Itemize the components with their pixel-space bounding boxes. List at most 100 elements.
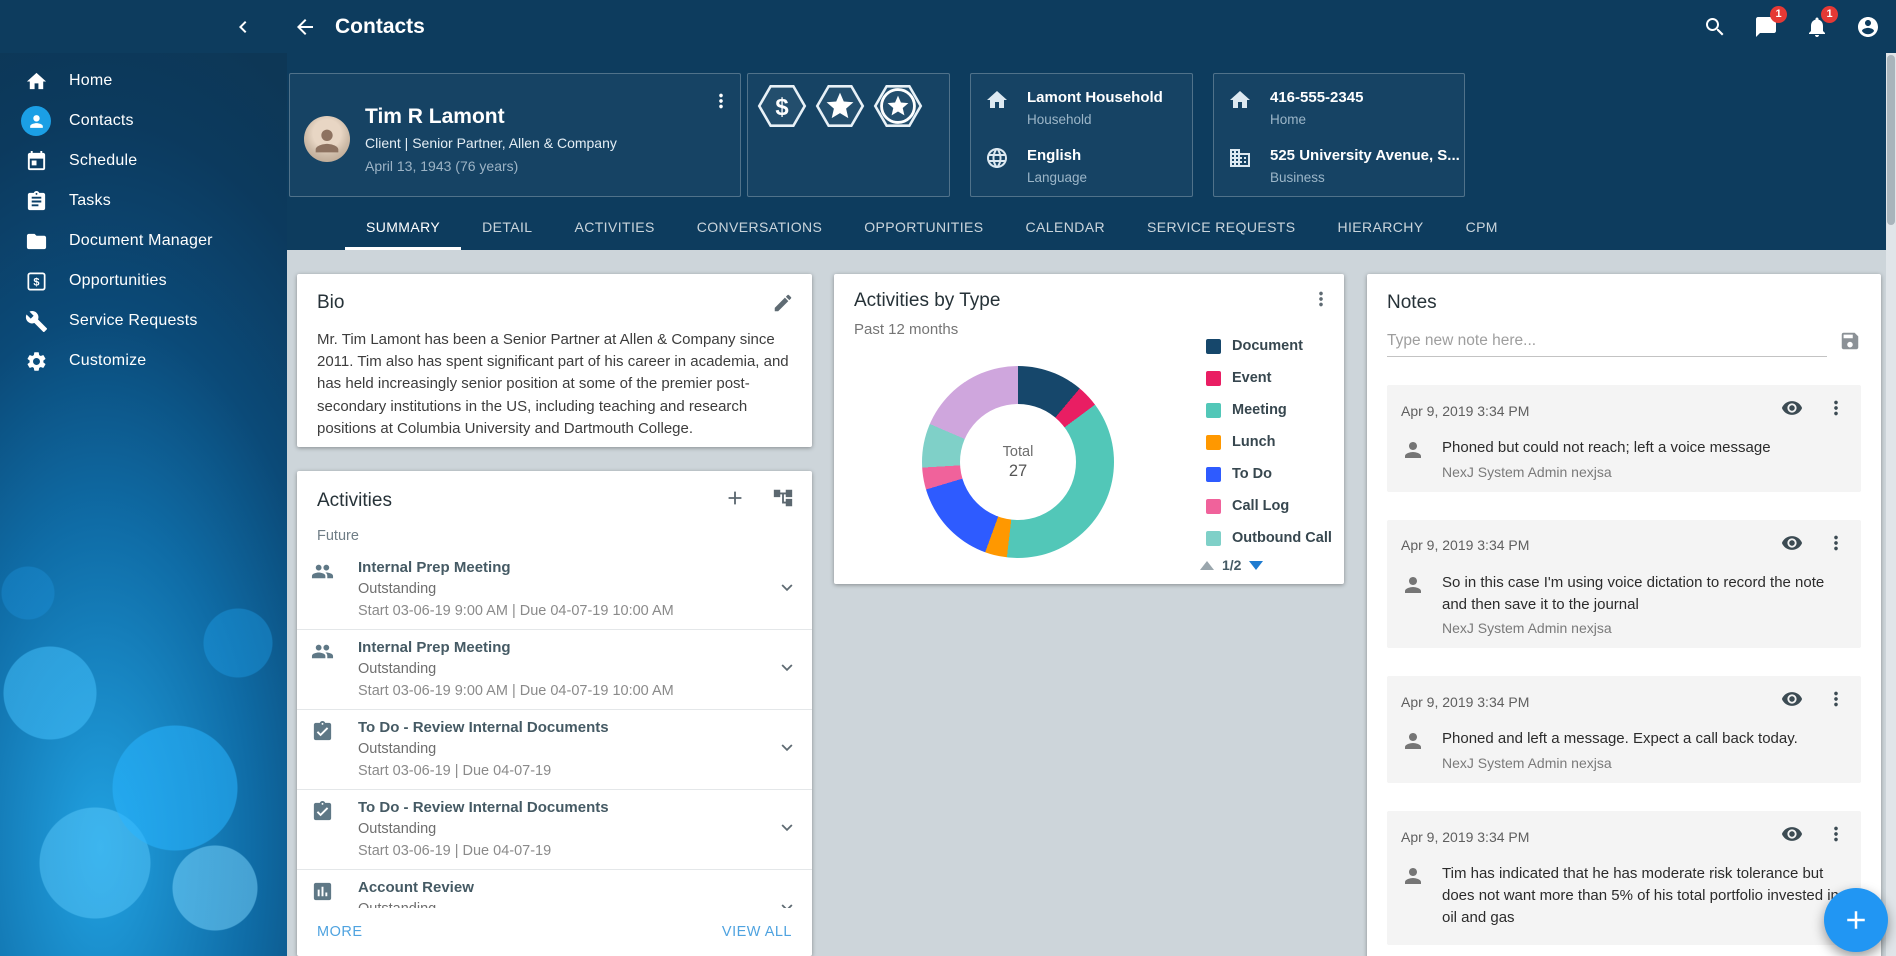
save-note-icon[interactable] (1839, 330, 1861, 357)
chart-menu-kebab-icon[interactable] (1310, 288, 1332, 315)
legend-page-down-icon[interactable] (1249, 561, 1263, 570)
activity-dates: Start 03-06-19 9:00 AM | Due 04-07-19 10… (358, 682, 674, 701)
eye-icon[interactable] (1781, 397, 1803, 424)
activity-row[interactable]: Account Review Outstanding Start 24-05-1… (297, 870, 812, 908)
activity-title: Internal Prep Meeting (358, 638, 674, 657)
household-row[interactable]: Lamont Household Household (985, 88, 1184, 129)
tab-opportunities[interactable]: OPPORTUNITIES (843, 206, 1004, 250)
star-circle-badge-icon[interactable] (872, 80, 924, 132)
activity-row[interactable]: To Do - Review Internal Documents Outsta… (297, 710, 812, 790)
note-input-row (1387, 326, 1861, 357)
household-label: Household (1027, 110, 1163, 129)
tab-detail[interactable]: DETAIL (461, 206, 553, 250)
sidebar-collapse-icon[interactable] (225, 9, 261, 45)
legend-item: Meeting (1206, 394, 1332, 426)
contact-info-panel: 416-555-2345 Home 525 University Avenue,… (1213, 73, 1465, 197)
eye-icon[interactable] (1781, 823, 1803, 850)
sidebar-item-label: Tasks (69, 192, 111, 210)
note-item: Apr 9, 2019 3:34 PM Phoned and left a me… (1387, 676, 1861, 783)
activities-section-label: Future (297, 514, 812, 550)
chevron-down-icon[interactable] (776, 736, 798, 763)
sidebar-item-home[interactable]: Home (0, 61, 287, 101)
chevron-down-icon[interactable] (776, 896, 798, 908)
eye-icon[interactable] (1781, 532, 1803, 559)
notifications-badge: 1 (1821, 6, 1838, 23)
chevron-down-icon[interactable] (776, 576, 798, 603)
new-note-input[interactable] (1387, 326, 1827, 357)
activities-footer: MORE VIEW ALL (297, 908, 812, 956)
chat-icon[interactable]: 1 (1748, 9, 1784, 45)
search-icon[interactable] (1697, 9, 1733, 45)
sidebar-item-tasks[interactable]: Tasks (0, 181, 287, 221)
note-kebab-icon[interactable] (1825, 688, 1847, 715)
add-fab-button[interactable] (1824, 888, 1888, 952)
chevron-down-icon[interactable] (776, 656, 798, 683)
activity-row[interactable]: To Do - Review Internal Documents Outsta… (297, 790, 812, 870)
note-kebab-icon[interactable] (1825, 397, 1847, 424)
activity-title: Internal Prep Meeting (358, 558, 674, 577)
dollar-badge-icon[interactable]: $ (756, 80, 808, 132)
task-check-icon (311, 720, 335, 744)
activity-row[interactable]: Internal Prep Meeting Outstanding Start … (297, 550, 812, 630)
sidebar-item-label: Contacts (69, 112, 134, 130)
home-phone-icon (1228, 88, 1254, 114)
activity-row[interactable]: Internal Prep Meeting Outstanding Start … (297, 630, 812, 710)
activity-title: To Do - Review Internal Documents (358, 718, 609, 737)
phone-row[interactable]: 416-555-2345 Home (1228, 88, 1456, 129)
legend-page-indicator: 1/2 (1222, 557, 1241, 573)
note-item: Apr 9, 2019 3:34 PM So in this case I'm … (1387, 520, 1861, 649)
note-author: NexJ System Admin nexjsa (1442, 464, 1771, 480)
legend-swatch (1206, 403, 1221, 418)
back-icon[interactable] (287, 9, 323, 45)
language-row: English Language (985, 146, 1184, 187)
activity-status: Outstanding (358, 740, 609, 759)
sidebar-item-schedule[interactable]: Schedule (0, 141, 287, 181)
notifications-icon[interactable]: 1 (1799, 9, 1835, 45)
contact-menu-kebab-icon[interactable] (710, 90, 732, 117)
legend-page-up-icon[interactable] (1200, 561, 1214, 570)
legend-item: To Do (1206, 458, 1332, 490)
page-title: Contacts (335, 15, 425, 39)
app-window: Contacts 1 1 Home Contacts (0, 0, 1896, 956)
tab-activities[interactable]: ACTIVITIES (553, 206, 675, 250)
wrench-icon (23, 308, 49, 334)
donut-chart: Total 27 (922, 366, 1114, 558)
hierarchy-tree-icon[interactable] (772, 487, 794, 514)
sidebar-item-customize[interactable]: Customize (0, 341, 287, 381)
avatar (304, 116, 350, 162)
add-activity-icon[interactable] (724, 487, 746, 514)
tab-hierarchy[interactable]: HIERARCHY (1317, 206, 1445, 250)
chevron-down-icon[interactable] (776, 816, 798, 843)
sidebar-item-label: Document Manager (69, 232, 213, 250)
address-label: Business (1270, 168, 1460, 187)
eye-icon[interactable] (1781, 688, 1803, 715)
activity-status: Outstanding (358, 580, 674, 599)
account-icon[interactable] (1850, 9, 1886, 45)
bio-text: Mr. Tim Lamont has been a Senior Partner… (317, 329, 792, 440)
activities-by-type-card: Activities by Type Past 12 months Total … (834, 274, 1344, 584)
note-kebab-icon[interactable] (1825, 532, 1847, 559)
chart-title: Activities by Type (854, 290, 1000, 312)
tab-conversations[interactable]: CONVERSATIONS (676, 206, 844, 250)
person-icon (1401, 864, 1427, 890)
sidebar-item-label: Opportunities (69, 272, 167, 290)
view-all-button[interactable]: VIEW ALL (722, 924, 792, 940)
scrollbar-thumb[interactable] (1887, 55, 1895, 225)
sidebar-item-opportunities[interactable]: Opportunities (0, 261, 287, 301)
legend-item: Outbound Call (1206, 522, 1332, 554)
home-icon (23, 68, 49, 94)
activity-title: To Do - Review Internal Documents (358, 798, 609, 817)
tab-service-requests[interactable]: SERVICE REQUESTS (1126, 206, 1317, 250)
more-button[interactable]: MORE (317, 924, 363, 940)
address-row[interactable]: 525 University Avenue, S... Business (1228, 146, 1456, 187)
tab-cpm[interactable]: CPM (1445, 206, 1519, 250)
legend-label: Event (1232, 370, 1272, 386)
sidebar-item-document-manager[interactable]: Document Manager (0, 221, 287, 261)
star-badge-icon[interactable] (814, 80, 866, 132)
sidebar-item-contacts[interactable]: Contacts (0, 101, 287, 141)
sidebar-item-service-requests[interactable]: Service Requests (0, 301, 287, 341)
tab-summary[interactable]: SUMMARY (345, 206, 461, 250)
note-kebab-icon[interactable] (1825, 823, 1847, 850)
tab-calendar[interactable]: CALENDAR (1005, 206, 1126, 250)
edit-pencil-icon[interactable] (772, 292, 794, 319)
